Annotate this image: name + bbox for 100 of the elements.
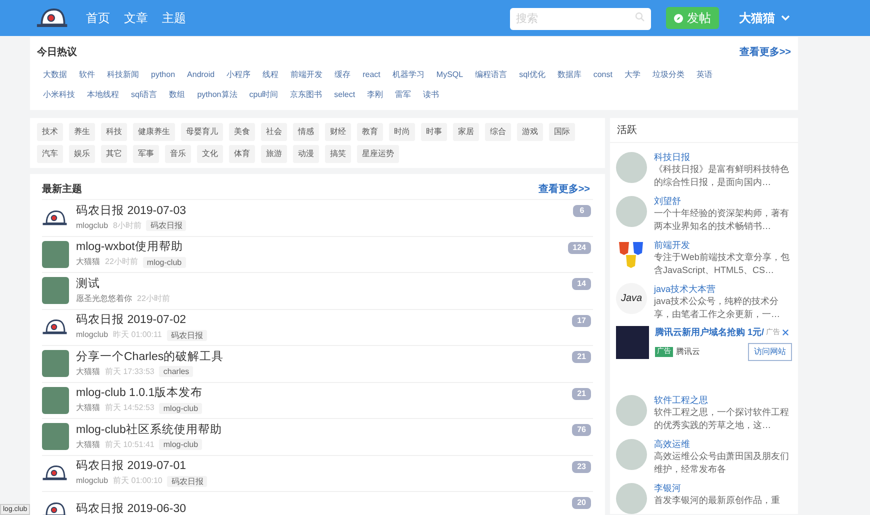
category-tag[interactable]: 娱乐 [69,145,95,163]
category-tag[interactable]: 游戏 [517,123,543,141]
close-icon[interactable] [782,329,790,336]
category-tag[interactable]: 军事 [133,145,159,163]
avatar-logo-icon [42,208,69,227]
category-tag[interactable]: 国际 [549,123,575,141]
hot-tag-link[interactable]: sql优化 [515,66,550,84]
hot-tag-link[interactable]: 雷军 [391,86,416,104]
topic-title-link[interactable]: 测试 [76,276,572,292]
hot-tag-link[interactable]: sql语言 [127,86,162,104]
hot-tag-link[interactable]: 大学 [620,66,644,84]
category-tag[interactable]: 家居 [453,123,479,141]
hot-tag-link[interactable]: 垃圾分类 [648,66,688,84]
topic-title-link[interactable]: 分享一个Charles的破解工具 [76,350,572,365]
account-name-link[interactable]: 高效运维 [654,438,792,450]
hot-tag-link[interactable]: 本地线程 [83,86,123,104]
author-name: mlogclub [76,329,108,342]
category-tag[interactable]: 情感 [293,123,319,141]
category-tag[interactable]: 教育 [357,123,383,141]
account-name-link[interactable]: 科技日报 [654,151,792,163]
topic-title-link[interactable]: mlog-wxbot使用帮助 [76,240,568,256]
hot-tag-link[interactable]: python [147,66,180,84]
nav-link[interactable]: 主题 [162,9,186,27]
hot-tag-link[interactable]: select [330,86,360,104]
topic-tag[interactable]: 码农日报 [166,330,207,341]
category-tag[interactable]: 其它 [101,145,127,163]
account-name-link[interactable]: 前端开发 [654,239,792,251]
account-description: java技术公众号，纯粹的技术分享，由笔者工作之余更新，一… [654,295,781,321]
category-tag[interactable]: 时尚 [389,123,415,141]
category-tag[interactable]: 搞笑 [325,145,351,163]
topic-title-link[interactable]: 码农日报 2019-07-01 [76,459,572,474]
category-tag[interactable]: 音乐 [165,145,191,163]
account-name-link[interactable]: java技术大本营 [654,283,792,295]
hot-tag-link[interactable]: 科技新闻 [103,66,143,84]
category-tag[interactable]: 技术 [37,123,63,141]
category-tag[interactable]: 文化 [197,145,223,163]
avatar-photo-placeholder [616,152,647,183]
hot-tag-link[interactable]: 小米科技 [39,86,79,104]
topic-title-link[interactable]: mlog-club 1.0.1版本发布 [76,386,572,402]
hot-tag-link[interactable]: 小程序 [222,66,255,84]
category-tag[interactable]: 体育 [229,145,255,163]
topic-tag[interactable]: charles [159,366,194,378]
visit-site-button[interactable]: 访问网站 [748,342,792,360]
hot-tag-link[interactable]: 缓存 [330,66,355,84]
hot-tag-link[interactable]: const [589,66,616,84]
hot-tag-link[interactable]: 机器学习 [388,66,428,84]
reply-count: 14 [572,278,591,290]
topic-tag[interactable]: mlog-club [142,256,186,268]
account-name-link[interactable]: 刘望舒 [654,195,792,207]
topic-title-link[interactable]: mlog-club社区系统使用帮助 [76,422,572,438]
topic-tag[interactable]: mlog-club [159,439,202,450]
avatar-photo-placeholder [42,350,69,378]
hot-tag-link[interactable]: 读书 [419,86,444,104]
hot-tag-link[interactable]: 数据库 [553,66,586,84]
hot-tag-link[interactable]: 大数据 [39,66,71,84]
category-tag[interactable]: 养生 [69,123,95,141]
category-tag[interactable]: 社会 [261,123,287,141]
hot-tag-link[interactable]: 软件 [75,66,99,84]
hot-tag-link[interactable]: cpu时间 [245,86,282,104]
topic-title-link[interactable]: 码农日报 2019-06-30 [76,502,572,515]
account-name-link[interactable]: 软件工程之思 [654,394,792,406]
hot-tag-link[interactable]: 李刚 [363,86,388,104]
user-menu[interactable]: 大猫猫 [739,9,790,27]
category-tag[interactable]: 动漫 [293,145,319,163]
nav-link[interactable]: 文章 [124,9,148,27]
category-tag[interactable]: 汽车 [37,145,63,163]
hot-tag-link[interactable]: 编程语言 [471,66,512,84]
hot-tag-link[interactable]: 京东图书 [286,86,326,104]
category-tag[interactable]: 星座运势 [357,145,399,163]
hot-tag-link[interactable]: 前端开发 [286,66,327,84]
more-link[interactable]: 查看更多>> [739,44,791,60]
topic-title-link[interactable]: 码农日报 2019-07-02 [76,313,572,328]
hot-tag-link[interactable]: MySQL [432,66,468,84]
category-tag[interactable]: 健康养生 [133,123,175,141]
topic-tag[interactable]: 码农日报 [146,220,186,232]
hot-tag-link[interactable]: 数组 [165,86,190,104]
category-tag[interactable]: 旅游 [261,145,287,163]
hot-tag-link[interactable]: 英语 [692,66,716,84]
category-tag[interactable]: 综合 [485,123,511,141]
cap-logo-icon [36,7,70,29]
account-name-link[interactable]: 李银河 [654,482,792,494]
hot-tag-link[interactable]: 线程 [258,66,283,84]
topic-title-link[interactable]: 码农日报 2019-07-03 [76,204,573,219]
more-link[interactable]: 查看更多>> [538,182,590,197]
category-tag[interactable]: 财经 [325,123,351,141]
topic-tag[interactable]: 码农日报 [167,476,208,487]
hot-tag-link[interactable]: python算法 [193,86,242,104]
hot-tag-link[interactable]: Android [183,66,219,84]
category-tag[interactable]: 科技 [101,123,127,141]
ad-title-link[interactable]: 腾讯云新用户域名抢购 1元/ [655,326,764,340]
nav-link[interactable]: 首页 [86,9,110,27]
topic-tag[interactable]: mlog-club [159,402,202,414]
category-tag[interactable]: 美食 [229,123,255,141]
category-tag[interactable]: 时事 [421,123,447,141]
account-description: 首发李银河的最新原创作品，重 [654,494,781,506]
post-time: 22小时前 [137,292,170,305]
hot-tag-link[interactable]: react [358,66,384,84]
compass-icon [674,14,683,22]
category-tag[interactable]: 母婴育儿 [181,123,223,141]
avatar-photo-placeholder [616,482,647,514]
